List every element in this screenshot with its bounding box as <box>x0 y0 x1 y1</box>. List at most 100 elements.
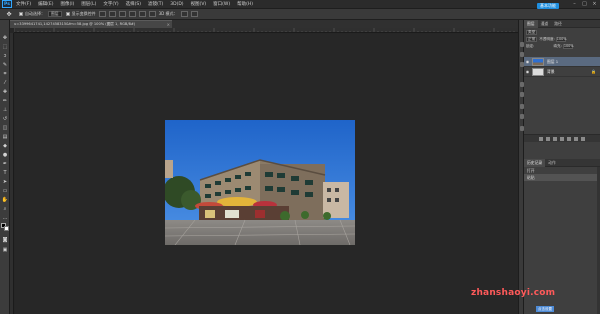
crop-icon[interactable]: ⌗ <box>1 70 9 77</box>
street-building-photo <box>165 120 355 245</box>
vertical-ruler <box>10 33 14 314</box>
auto-select-label: 自动选择： <box>25 11 45 16</box>
rotate-3d-icon[interactable] <box>180 11 188 17</box>
close-document-icon[interactable]: × <box>167 21 170 28</box>
blend-mode-dropdown[interactable]: 正常 <box>526 37 538 42</box>
tab-history[interactable]: 历史记录 <box>524 158 546 167</box>
menu-view[interactable]: 视图(V) <box>191 1 207 7</box>
fx-icon[interactable] <box>546 136 550 141</box>
minimize-button[interactable]: – <box>571 1 578 7</box>
menu-select[interactable]: 选择(S) <box>126 1 141 7</box>
path-select-icon[interactable]: ➤ <box>1 178 9 185</box>
tools-panel: ✥ ⬚ ↄ ✎ ⌗ ⁄ ✚ ✏ ⊥ ↺ ◫ ▤ ◆ ● ✒ T ➤ ▭ ✋ ⌕ … <box>0 20 10 314</box>
visibility-eye-icon[interactable]: ◉ <box>525 69 530 74</box>
new-group-icon[interactable] <box>567 136 571 141</box>
window-controls: – □ × <box>571 1 598 7</box>
layer-kind-filter[interactable]: 类型 <box>526 30 538 35</box>
add-mask-icon[interactable] <box>553 136 557 141</box>
blur-icon[interactable]: ◆ <box>1 142 9 149</box>
quick-select-icon[interactable]: ✎ <box>1 61 9 68</box>
menu-file[interactable]: 文件(F) <box>16 1 31 7</box>
opacity-field[interactable]: 100% <box>555 37 566 42</box>
tab-paths[interactable]: 路径 <box>551 21 565 27</box>
screen-mode-icon[interactable]: ▣ <box>1 246 9 253</box>
maximize-button[interactable]: □ <box>581 1 588 7</box>
status-chip[interactable]: 点击设置 <box>536 306 554 312</box>
brush-icon[interactable]: ✏ <box>1 97 9 104</box>
menu-help[interactable]: 帮助(H) <box>237 1 253 7</box>
link-layers-icon[interactable] <box>539 136 543 141</box>
eyedropper-icon[interactable]: ⁄ <box>1 79 9 86</box>
more-tools-icon[interactable]: … <box>1 214 9 221</box>
layer-row-1[interactable]: ◉ 图层 1 <box>524 57 600 67</box>
tab-actions[interactable]: 动作 <box>545 160 559 166</box>
document-tab[interactable]: u=3399641741,1427458315&fm=58.jpg @ 100%… <box>10 20 172 28</box>
show-transform-checkbox[interactable] <box>65 12 70 16</box>
layers-panel-footer <box>524 134 600 142</box>
shape-icon[interactable]: ▭ <box>1 187 9 194</box>
align-center-icon[interactable] <box>138 11 146 17</box>
align-right-icon[interactable] <box>148 11 156 17</box>
align-bottom-icon[interactable] <box>118 11 126 17</box>
menu-filter[interactable]: 滤镜(T) <box>148 1 163 7</box>
hand-icon[interactable]: ✋ <box>1 196 9 203</box>
options-bar: ✥ 自动选择： 图层 显示变换控件 3D 模式： <box>0 9 600 20</box>
menu-window[interactable]: 窗口(W) <box>213 1 230 7</box>
eraser-icon[interactable]: ◫ <box>1 124 9 131</box>
show-transform-label: 显示变换控件 <box>71 11 96 16</box>
visibility-eye-icon[interactable]: ◉ <box>525 59 530 64</box>
layers-panel-tabs: 图层 通道 路径 <box>524 19 600 28</box>
align-left-icon[interactable] <box>128 11 136 17</box>
layer-thumbnail <box>532 67 544 76</box>
tab-layers[interactable]: 图层 <box>524 19 538 28</box>
healing-brush-icon[interactable]: ✚ <box>1 88 9 95</box>
site-watermark: zhanshaoyi.com <box>471 288 556 298</box>
menu-layer[interactable]: 图层(L) <box>81 1 96 7</box>
history-panel-tabs: 历史记录 动作 <box>524 158 600 167</box>
history-brush-icon[interactable]: ↺ <box>1 115 9 122</box>
move-icon[interactable]: ✥ <box>1 34 9 41</box>
menu-type[interactable]: 文字(Y) <box>103 1 118 7</box>
layer-row-background[interactable]: ◉ 背景 🔒 <box>524 67 600 77</box>
type-icon[interactable]: T <box>1 169 9 176</box>
layer-name[interactable]: 背景 <box>547 69 555 75</box>
document-image[interactable] <box>165 120 355 245</box>
document-tab-title: u=3399641741,1427458315&fm=58.jpg @ 100%… <box>14 22 136 26</box>
fill-field[interactable]: 100% <box>562 44 574 49</box>
auto-select-dropdown[interactable]: 图层 <box>48 11 62 17</box>
lasso-icon[interactable]: ↄ <box>1 52 9 59</box>
tab-channels[interactable]: 通道 <box>538 21 552 27</box>
menu-3d[interactable]: 3D(D) <box>170 2 183 7</box>
align-top-icon[interactable] <box>98 11 106 17</box>
zoom-icon[interactable]: ⌕ <box>1 205 9 212</box>
fill-label: 填充: <box>553 44 562 48</box>
align-middle-icon[interactable] <box>108 11 116 17</box>
history-item[interactable]: 打开 <box>524 167 600 174</box>
roll-3d-icon[interactable] <box>190 11 198 17</box>
delete-layer-icon[interactable] <box>581 136 585 141</box>
opacity-label: 不透明度: <box>539 37 555 41</box>
move-tool-icon[interactable]: ✥ <box>3 10 15 18</box>
marquee-icon[interactable]: ⬚ <box>1 43 9 50</box>
menu-bar: Ps 文件(F) 编辑(E) 图像(I) 图层(L) 文字(Y) 选择(S) 滤… <box>0 0 600 9</box>
clone-stamp-icon[interactable]: ⊥ <box>1 106 9 113</box>
pen-icon[interactable]: ✒ <box>1 160 9 167</box>
layer-name[interactable]: 图层 1 <box>547 59 558 65</box>
quick-mask-icon[interactable]: ◙ <box>1 236 9 243</box>
horizontal-ruler <box>14 28 518 33</box>
history-item[interactable]: 粘贴 <box>524 174 600 181</box>
photoshop-logo: Ps <box>2 0 12 8</box>
menu-image[interactable]: 图像(I) <box>60 1 74 7</box>
new-layer-icon[interactable] <box>574 136 578 141</box>
dodge-icon[interactable]: ● <box>1 151 9 158</box>
close-window-button[interactable]: × <box>591 1 598 7</box>
background-color-swatch[interactable] <box>4 226 9 231</box>
lock-icon: 🔒 <box>591 69 596 74</box>
layer-controls: 类型 正常 不透明度: 100% 锁定: 填充: 100% <box>524 28 600 51</box>
menu-edit[interactable]: 编辑(E) <box>38 1 53 7</box>
mode-3d-label: 3D 模式： <box>158 11 178 16</box>
auto-select-checkbox[interactable] <box>19 12 23 16</box>
adjustment-layer-icon[interactable] <box>560 136 564 141</box>
lock-label: 锁定: <box>526 44 535 48</box>
gradient-icon[interactable]: ▤ <box>1 133 9 140</box>
